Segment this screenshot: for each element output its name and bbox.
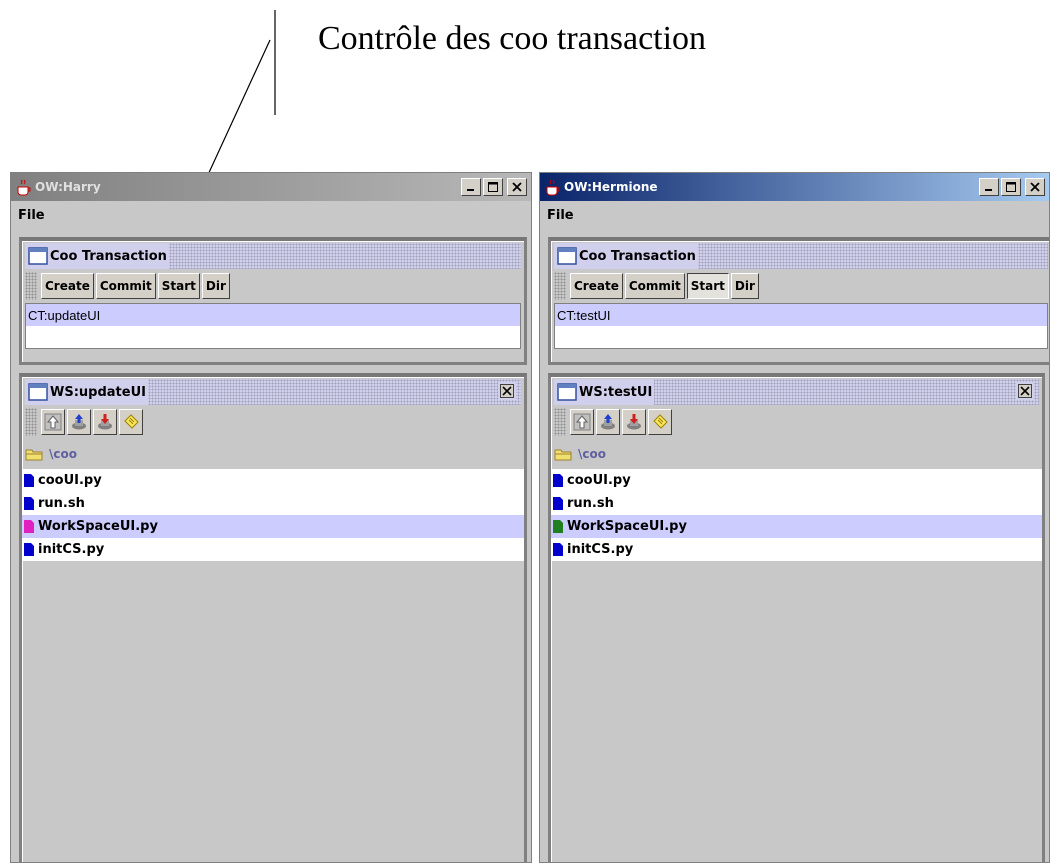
toolbar-grip[interactable] <box>25 272 37 300</box>
notes-icon[interactable] <box>119 409 143 435</box>
frame-icon <box>28 383 48 401</box>
checkout-icon[interactable] <box>622 409 646 435</box>
file-name: cooUI.py <box>567 473 631 488</box>
frame-close-icon[interactable] <box>498 382 516 400</box>
checkin-icon[interactable] <box>596 409 620 435</box>
list-item[interactable]: CT:testUI <box>555 304 1047 326</box>
file-icon <box>553 474 563 487</box>
window-title: OW:Hermione <box>564 180 658 194</box>
frame-icon <box>557 383 577 401</box>
frame-titlebar[interactable]: WS:updateUI <box>25 379 521 405</box>
list-item[interactable]: cooUI.py <box>551 469 1042 492</box>
frame-title: WS:updateUI <box>50 384 146 400</box>
file-name: WorkSpaceUI.py <box>567 519 687 534</box>
workspace-frame: WS:updateUI \coo cooUI.py run.sh WorkSpa… <box>19 373 527 862</box>
start-button[interactable]: Start <box>686 273 729 299</box>
create-button[interactable]: Create <box>570 273 623 299</box>
java-cup-icon <box>544 178 562 196</box>
list-item[interactable]: cooUI.py <box>22 469 524 492</box>
file-name: WorkSpaceUI.py <box>38 519 158 534</box>
close-button[interactable] <box>507 178 527 196</box>
toolbar-grip[interactable] <box>554 408 566 436</box>
file-icon <box>24 497 34 510</box>
file-icon <box>553 520 563 533</box>
frame-icon <box>557 247 577 265</box>
transaction-list[interactable]: CT:testUI <box>554 303 1048 349</box>
java-cup-icon <box>15 178 33 196</box>
menu-file[interactable]: File <box>14 206 49 225</box>
frame-icon <box>28 247 48 265</box>
file-icon <box>24 520 34 533</box>
minimize-button[interactable] <box>461 178 481 196</box>
window-titlebar[interactable]: OW:Hermione <box>540 173 1049 201</box>
workspace-frame: WS:testUI \coo cooUI.py run.sh WorkSpace… <box>548 373 1045 862</box>
start-button[interactable]: Start <box>157 273 200 299</box>
current-path: \coo <box>578 447 606 461</box>
list-item[interactable]: CT:updateUI <box>26 304 520 326</box>
create-button[interactable]: Create <box>41 273 94 299</box>
file-icon <box>553 497 563 510</box>
maximize-button[interactable] <box>483 178 503 196</box>
file-name: initCS.py <box>38 542 105 557</box>
checkin-icon[interactable] <box>67 409 91 435</box>
minimize-button[interactable] <box>979 178 999 196</box>
frame-title: Coo Transaction <box>579 248 696 264</box>
list-item[interactable]: initCS.py <box>551 538 1042 561</box>
up-arrow-icon[interactable] <box>570 409 594 435</box>
transaction-list[interactable]: CT:updateUI <box>25 303 521 349</box>
dir-button[interactable]: Dir <box>730 273 759 299</box>
transaction-toolbar: Create Commit Start Dir <box>551 269 1049 303</box>
window-title: OW:Harry <box>35 180 101 194</box>
window-harry[interactable]: OW:Harry File Coo Transaction Create Com… <box>10 172 532 863</box>
frame-titlebar[interactable]: Coo Transaction <box>554 243 1048 269</box>
menu-file[interactable]: File <box>543 206 578 225</box>
menubar: File <box>11 201 531 229</box>
frame-titlebar[interactable]: WS:testUI <box>554 379 1039 405</box>
coo-transaction-frame: Coo Transaction Create Commit Start Dir … <box>19 237 527 365</box>
checkout-icon[interactable] <box>93 409 117 435</box>
list-item[interactable]: run.sh <box>22 492 524 515</box>
maximize-button[interactable] <box>1001 178 1021 196</box>
list-item[interactable]: WorkSpaceUI.py <box>551 515 1042 538</box>
frame-close-icon[interactable] <box>1016 382 1034 400</box>
workspace-toolbar <box>22 405 524 439</box>
annotation-text: Contrôle des coo transaction <box>318 20 707 57</box>
menubar: File <box>540 201 1049 229</box>
up-arrow-icon[interactable] <box>41 409 65 435</box>
file-list: cooUI.py run.sh WorkSpaceUI.py initCS.py <box>22 469 524 561</box>
frame-title: WS:testUI <box>579 384 653 400</box>
file-name: run.sh <box>38 496 85 511</box>
file-name: cooUI.py <box>38 473 102 488</box>
transaction-toolbar: Create Commit Start Dir <box>22 269 524 303</box>
window-hermione[interactable]: OW:Hermione File Coo Transaction Create … <box>539 172 1050 863</box>
folder-icon <box>25 447 43 461</box>
commit-button[interactable]: Commit <box>624 273 685 299</box>
dir-button[interactable]: Dir <box>201 273 230 299</box>
folder-icon <box>554 447 572 461</box>
file-list: cooUI.py run.sh WorkSpaceUI.py initCS.py <box>551 469 1042 561</box>
commit-button[interactable]: Commit <box>95 273 156 299</box>
list-item[interactable]: WorkSpaceUI.py <box>22 515 524 538</box>
list-item[interactable]: initCS.py <box>22 538 524 561</box>
path-row[interactable]: \coo <box>22 439 524 469</box>
current-path: \coo <box>49 447 77 461</box>
list-item[interactable]: run.sh <box>551 492 1042 515</box>
frame-titlebar[interactable]: Coo Transaction <box>25 243 521 269</box>
file-icon <box>553 543 563 556</box>
coo-transaction-frame: Coo Transaction Create Commit Start Dir … <box>548 237 1049 365</box>
file-icon <box>24 543 34 556</box>
file-icon <box>24 474 34 487</box>
workspace-toolbar <box>551 405 1042 439</box>
toolbar-grip[interactable] <box>25 408 37 436</box>
close-button[interactable] <box>1025 178 1045 196</box>
path-row[interactable]: \coo <box>551 439 1042 469</box>
window-titlebar[interactable]: OW:Harry <box>11 173 531 201</box>
file-name: run.sh <box>567 496 614 511</box>
toolbar-grip[interactable] <box>554 272 566 300</box>
notes-icon[interactable] <box>648 409 672 435</box>
file-name: initCS.py <box>567 542 634 557</box>
frame-title: Coo Transaction <box>50 248 167 264</box>
